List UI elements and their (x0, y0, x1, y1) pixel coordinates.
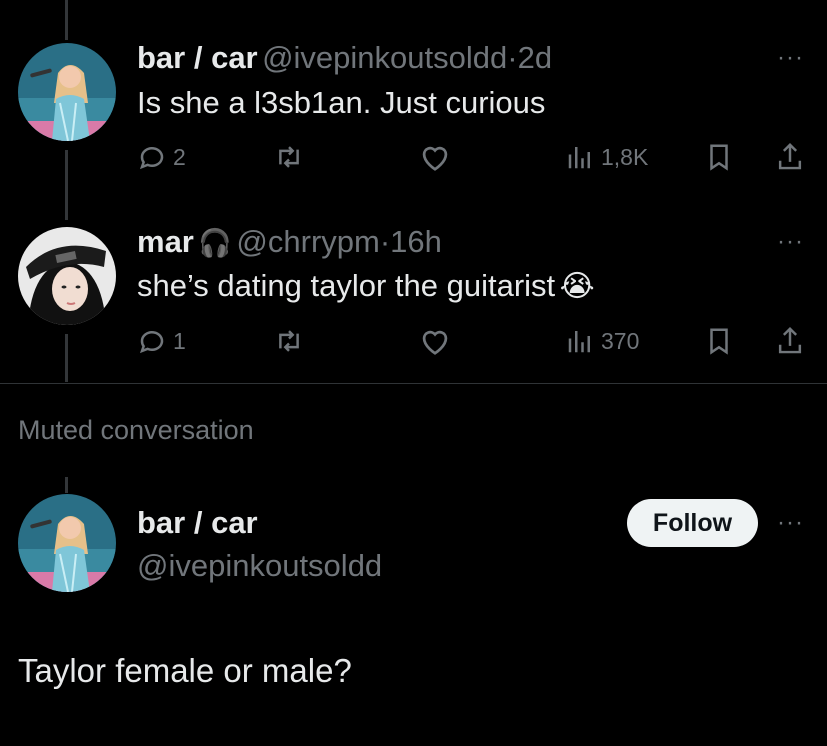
share-button[interactable] (775, 141, 805, 173)
avatar[interactable] (18, 43, 116, 141)
follow-button[interactable]: Follow (627, 499, 758, 547)
thread-line-3 (65, 477, 68, 493)
separator: · (379, 224, 391, 259)
bookmark-icon (705, 142, 733, 172)
user-handle[interactable]: @ivepinkoutsoldd (262, 40, 507, 75)
views-button[interactable]: 370 (565, 326, 639, 356)
tweet-text: Is she a l3sb1an. Just curious (137, 85, 546, 120)
timestamp[interactable]: 16h (390, 224, 442, 259)
tweet-text: she’s dating taylor the guitarist (137, 268, 556, 303)
user-handle[interactable]: @chrrypm (236, 224, 379, 259)
bookmark-button[interactable] (705, 326, 733, 356)
more-icon[interactable]: ··· (777, 44, 804, 72)
tweet-1-header: bar / car @ivepinkoutsoldd·2d (137, 40, 552, 76)
share-icon (775, 325, 805, 357)
timestamp[interactable]: 2d (518, 40, 552, 75)
avatar[interactable] (18, 494, 116, 592)
thread-line-2 (65, 334, 68, 382)
headphones-emoji: 🎧 (198, 228, 232, 258)
share-icon (775, 141, 805, 173)
more-icon[interactable]: ··· (777, 509, 804, 537)
avatar[interactable] (18, 227, 116, 325)
like-icon (418, 326, 452, 356)
views-icon (565, 142, 595, 172)
crying-face-emoji: 😭 (559, 270, 595, 303)
views-icon (565, 326, 595, 356)
views-count: 1,8K (601, 143, 649, 170)
thread-line-top (65, 0, 68, 40)
share-button[interactable] (775, 325, 805, 357)
muted-conversation-label: Muted conversation (18, 415, 254, 445)
reply-icon (137, 142, 167, 172)
bookmark-button[interactable] (705, 142, 733, 172)
reply-count: 1 (173, 327, 186, 354)
like-button[interactable] (418, 142, 452, 172)
tweet-2-header: mar 🎧 @chrrypm·16h (137, 224, 442, 260)
reply-icon (137, 326, 167, 356)
display-name[interactable]: bar / car (137, 505, 258, 541)
like-button[interactable] (418, 326, 452, 356)
display-name[interactable]: bar / car (137, 40, 258, 75)
bookmark-icon (705, 326, 733, 356)
retweet-icon (273, 142, 305, 172)
retweet-button[interactable] (273, 142, 305, 172)
like-icon (418, 142, 452, 172)
views-count: 370 (601, 327, 640, 354)
reply-button[interactable]: 2 (137, 142, 186, 172)
divider (0, 383, 827, 384)
user-handle[interactable]: @ivepinkoutsoldd (137, 548, 382, 584)
more-icon[interactable]: ··· (777, 228, 804, 256)
tweet-2-body: she’s dating taylor the guitarist 😭 (137, 268, 595, 304)
thread-line-1 (65, 150, 68, 220)
display-name[interactable]: mar (137, 224, 194, 259)
reply-button[interactable]: 1 (137, 326, 186, 356)
post-text: Taylor female or male? (18, 652, 352, 689)
retweet-icon (273, 326, 305, 356)
separator: · (507, 40, 518, 75)
views-button[interactable]: 1,8K (565, 142, 648, 172)
retweet-button[interactable] (273, 326, 305, 356)
reply-count: 2 (173, 143, 186, 170)
